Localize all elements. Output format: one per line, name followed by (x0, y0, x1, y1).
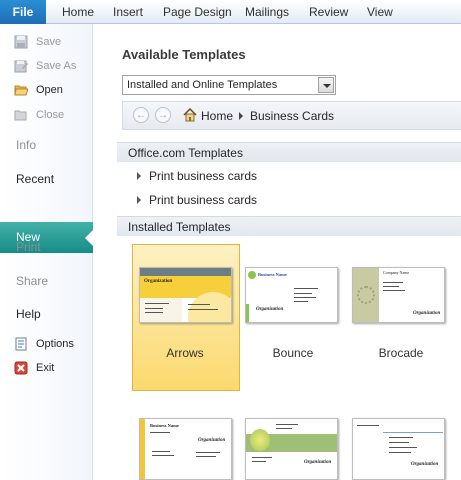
template-thumbnail-brocade[interactable]: Company Name Organization (352, 267, 445, 323)
card-business-name: Business Name (258, 272, 287, 277)
forward-arrow-icon[interactable]: → (155, 107, 171, 123)
save-label: Save (36, 36, 62, 48)
online-category-link[interactable]: Print business cards (137, 193, 257, 207)
card-organization: Organization (413, 311, 441, 316)
backstage-nav: Save Save As Open Close Info Recent New … (0, 24, 93, 480)
save-as-icon (14, 60, 28, 73)
installed-templates-section: Installed Templates (117, 216, 461, 236)
exit-label: Exit (36, 362, 55, 374)
template-name-brocade: Brocade (378, 346, 424, 360)
template-thumbnail[interactable]: Business Name Organization (139, 418, 232, 480)
chevron-down-icon[interactable] (318, 77, 334, 93)
ribbon-tab-bar: File Home Insert Page Design Mailings Re… (0, 0, 461, 24)
expand-arrow-icon (137, 172, 141, 180)
template-thumbnail[interactable]: Organization (352, 418, 445, 480)
tab-view[interactable]: View (367, 0, 393, 24)
nav-help[interactable]: Help (16, 307, 41, 321)
tab-home[interactable]: Home (62, 0, 94, 24)
breadcrumb-home[interactable]: Home (201, 109, 233, 123)
online-category-label: Print business cards (149, 169, 258, 183)
office-templates-label: Office.com Templates (128, 146, 243, 160)
card-organization: Organization (198, 438, 226, 443)
tab-insert[interactable]: Insert (113, 0, 143, 24)
save-as-command[interactable]: Save As (14, 57, 76, 75)
available-templates-heading: Available Templates (122, 47, 246, 62)
save-as-label: Save As (36, 60, 77, 72)
breadcrumb: ← → Home Business Cards (122, 101, 461, 130)
template-name-arrows: Arrows (166, 346, 204, 360)
tab-review[interactable]: Review (309, 0, 348, 24)
close-label: Close (36, 109, 65, 121)
online-category-link[interactable]: Print business cards (137, 169, 257, 183)
nav-share[interactable]: Share (16, 274, 48, 288)
expand-arrow-icon (137, 196, 141, 204)
folder-open-icon (14, 85, 28, 96)
template-thumbnail[interactable]: Organization (245, 418, 338, 480)
breadcrumb-separator-icon (239, 112, 243, 120)
close-command[interactable]: Close (14, 106, 64, 124)
office-templates-section: Office.com Templates (117, 142, 461, 162)
save-command[interactable]: Save (14, 33, 61, 51)
template-source-dropdown[interactable]: Installed and Online Templates (122, 75, 336, 95)
online-category-label: Print business cards (149, 193, 258, 207)
options-command[interactable]: Options (14, 335, 74, 353)
file-tab[interactable]: File (0, 0, 46, 24)
template-thumbnail-arrows[interactable]: Organization (139, 267, 232, 323)
close-document-icon (14, 110, 27, 121)
nav-new[interactable]: New (0, 222, 93, 253)
card-organization: Organization (411, 462, 439, 467)
card-business-name-bold: Business Name (150, 423, 179, 428)
save-icon (14, 35, 28, 49)
home-icon (183, 108, 197, 122)
nav-print[interactable]: Print (16, 240, 41, 254)
options-label: Options (36, 338, 74, 350)
template-name-bounce: Bounce (272, 346, 314, 360)
options-icon (15, 337, 27, 351)
back-arrow-icon[interactable]: ← (133, 107, 149, 123)
card-organization: Organization (304, 460, 332, 465)
exit-icon (14, 361, 28, 375)
nav-recent[interactable]: Recent (16, 172, 54, 186)
template-thumbnail-bounce[interactable]: Business Name Organization (245, 267, 338, 323)
card-organization: Organization (256, 307, 284, 312)
breadcrumb-current: Business Cards (250, 109, 335, 123)
card-organization: Organization (144, 279, 173, 284)
template-source-value: Installed and Online Templates (127, 79, 278, 91)
nav-info[interactable]: Info (16, 138, 36, 152)
tab-page-design[interactable]: Page Design (163, 0, 232, 24)
exit-command[interactable]: Exit (14, 359, 54, 377)
card-company-name: Company Name (383, 270, 410, 275)
open-command[interactable]: Open (14, 81, 63, 99)
open-label: Open (36, 84, 63, 96)
installed-templates-label: Installed Templates (128, 220, 231, 234)
tab-mailings[interactable]: Mailings (245, 0, 289, 24)
